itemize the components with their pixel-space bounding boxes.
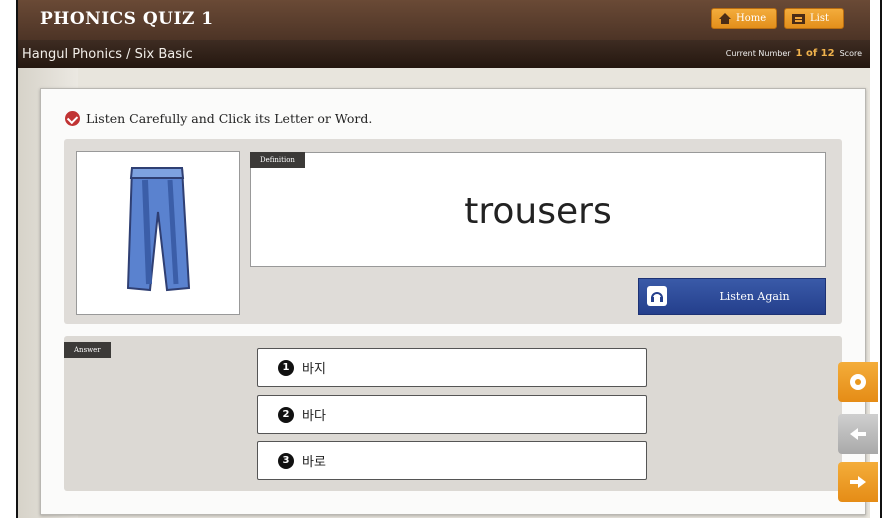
choice-number: 3	[278, 452, 294, 469]
choice-number: 2	[278, 406, 294, 423]
choice-text: 바로	[302, 455, 326, 470]
home-label: Home	[736, 13, 767, 24]
instruction: Listen Carefully and Click its Letter or…	[65, 111, 372, 126]
breadcrumb: Hangul Phonics / Six Basic	[22, 47, 193, 62]
choice-text: 바지	[302, 362, 326, 377]
next-button[interactable]	[838, 462, 878, 502]
definition-box: Definition trousers	[250, 152, 826, 267]
check-icon	[65, 111, 80, 126]
definition-word: trousers	[464, 191, 612, 232]
back-button[interactable]	[838, 414, 878, 454]
listen-again-label: Listen Again	[719, 290, 790, 303]
choice-text: 바다	[302, 409, 326, 424]
listen-again-button[interactable]: Listen Again	[638, 278, 826, 315]
quiz-title: PHONICS QUIZ 1	[40, 9, 214, 29]
instruction-text: Listen Carefully and Click its Letter or…	[86, 111, 373, 126]
headphone-icon	[647, 286, 667, 306]
answer-tag: Answer	[64, 342, 111, 358]
choice-number: 1	[278, 359, 294, 376]
current-number-label: Current Number	[725, 49, 791, 58]
trousers-image	[76, 151, 240, 315]
home-button[interactable]: Home	[711, 8, 777, 29]
choice-2[interactable]: 2 바다	[257, 395, 647, 434]
home-icon	[719, 13, 731, 24]
list-button[interactable]: List	[784, 8, 844, 29]
current-number: 1 of 12	[795, 48, 835, 59]
settings-button[interactable]	[838, 362, 878, 402]
trousers-picture	[126, 167, 191, 292]
quiz-status: Current Number 1 of 12 Score	[726, 48, 862, 59]
list-label: List	[810, 13, 829, 24]
score-label: Score	[839, 49, 862, 58]
arrow-right-icon	[850, 476, 866, 488]
choice-3[interactable]: 3 바로	[257, 441, 647, 480]
definition-tag: Definition	[250, 152, 305, 168]
sub-header: Hangul Phonics / Six Basic Current Numbe…	[18, 40, 870, 68]
gear-icon	[850, 374, 866, 390]
list-icon	[792, 13, 805, 24]
arrow-left-icon	[850, 428, 866, 440]
choice-1[interactable]: 1 바지	[257, 348, 647, 387]
top-bar: PHONICS QUIZ 1 Home List	[18, 0, 870, 40]
